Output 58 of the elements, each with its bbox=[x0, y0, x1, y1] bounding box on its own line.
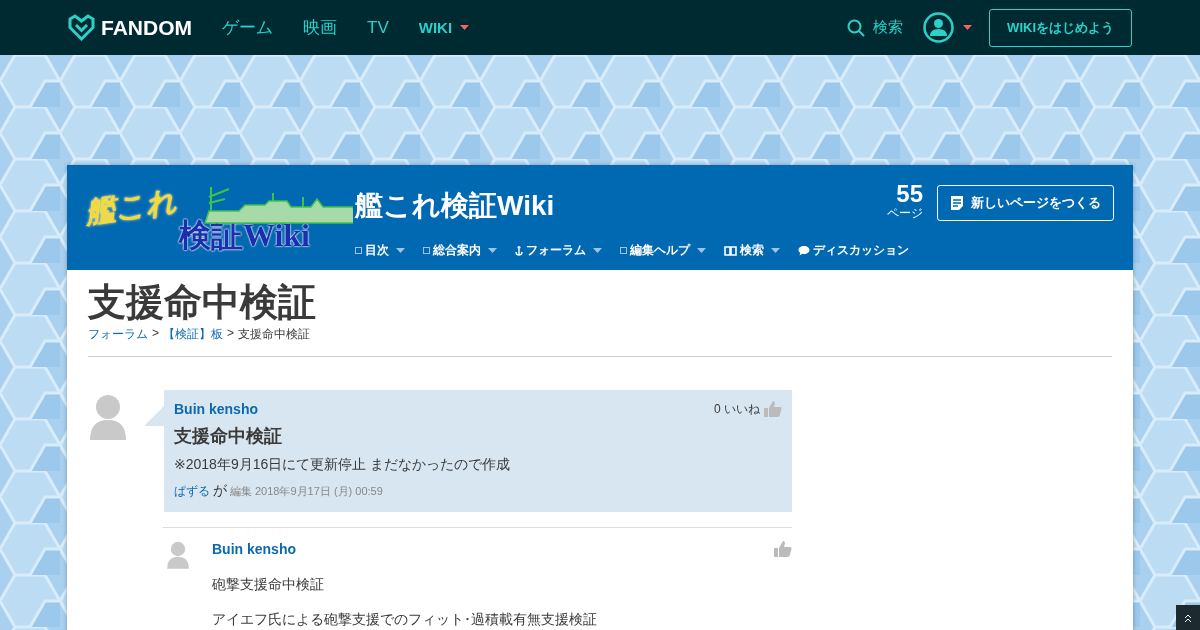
post-text: ※2018年9月16日にて更新停止 まだなかったので作成 bbox=[174, 456, 512, 474]
caret-icon bbox=[771, 248, 780, 253]
avatar-icon bbox=[88, 392, 128, 440]
nav-link[interactable]: 映画 bbox=[303, 16, 337, 39]
wiki-nav-item[interactable]: 総合案内 bbox=[433, 242, 481, 259]
nav-link[interactable]: TV bbox=[367, 17, 389, 38]
wiki-nav-item[interactable]: 目次 bbox=[365, 242, 389, 259]
edit-particle: が bbox=[213, 482, 227, 500]
book-icon bbox=[724, 245, 737, 256]
page-count-label: ページ bbox=[887, 205, 923, 222]
user-avatar-icon[interactable] bbox=[923, 12, 955, 43]
caret-icon bbox=[396, 248, 405, 253]
new-page-button[interactable]: 新しいページをつくる bbox=[937, 185, 1114, 221]
square-icon bbox=[355, 247, 362, 254]
scroll-to-top-button[interactable] bbox=[1176, 605, 1200, 630]
edit-timestamp[interactable]: 2018年9月17日 (月) 00:59 bbox=[255, 484, 383, 499]
edit-label: 編集 bbox=[230, 484, 252, 499]
reply-text: 砲撃支援命中検証 bbox=[212, 576, 325, 593]
breadcrumb-link[interactable]: 【検証】板 bbox=[163, 326, 223, 343]
breadcrumb-separator: > bbox=[227, 326, 235, 342]
breadcrumb-current: 支援命中検証 bbox=[238, 326, 311, 343]
thumbs-up-icon[interactable] bbox=[764, 400, 782, 418]
double-chevron-up-icon bbox=[1184, 612, 1192, 623]
nav-link[interactable]: WIKI bbox=[418, 19, 470, 36]
wiki-title[interactable]: 艦これ検証Wiki bbox=[355, 187, 555, 225]
like-count: 0 いいね bbox=[714, 400, 760, 418]
page-title: 支援命中検証 bbox=[88, 280, 317, 324]
search-link[interactable]: 検索 bbox=[873, 18, 904, 37]
thumbs-up-icon[interactable] bbox=[774, 540, 792, 558]
page-count: 55 bbox=[896, 183, 923, 205]
nav-link[interactable]: ゲーム bbox=[222, 16, 273, 39]
wiki-nav-item[interactable]: 検索 bbox=[740, 242, 764, 259]
post-title: 支援命中検証 bbox=[174, 425, 283, 448]
breadcrumb-separator: > bbox=[152, 326, 159, 342]
reply-text: アイエフ氏による砲撃支援でのフィット･過積載有無支援検証 bbox=[212, 611, 598, 628]
editor-link[interactable]: ぱずる bbox=[174, 483, 210, 500]
wiki-nav-item[interactable]: 編集ヘルプ bbox=[630, 242, 690, 259]
author-link[interactable]: Buin kensho bbox=[174, 401, 258, 417]
heart-logo-icon bbox=[68, 14, 95, 41]
fandom-logo[interactable]: FANDOM bbox=[101, 15, 192, 40]
wiki-nav-item[interactable]: フォーラム bbox=[526, 242, 586, 259]
caret-icon bbox=[593, 248, 602, 253]
search-icon[interactable] bbox=[847, 18, 866, 37]
speech-bubble-icon bbox=[798, 245, 810, 256]
start-wiki-button[interactable]: WIKIをはじめよう bbox=[989, 8, 1132, 47]
logo-text: 艦これ bbox=[82, 182, 179, 230]
breadcrumb-link[interactable]: フォーラム bbox=[88, 326, 148, 343]
caret-icon bbox=[460, 25, 470, 30]
caret-icon bbox=[963, 25, 973, 30]
square-icon bbox=[620, 247, 627, 254]
square-icon bbox=[423, 247, 430, 254]
wiki-nav-item[interactable]: ディスカッション bbox=[813, 242, 909, 259]
author-link[interactable]: Buin kensho bbox=[212, 541, 296, 557]
avatar-icon bbox=[166, 540, 190, 569]
document-icon bbox=[950, 195, 964, 211]
caret-icon bbox=[697, 248, 706, 253]
caret-icon bbox=[488, 248, 497, 253]
anchor-icon bbox=[515, 245, 523, 256]
